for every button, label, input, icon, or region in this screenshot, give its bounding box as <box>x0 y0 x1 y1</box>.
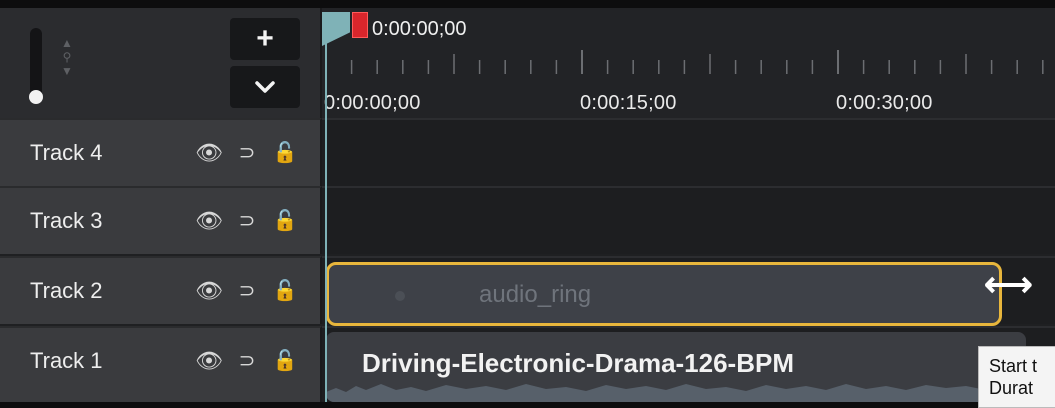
collapse-tracks-button[interactable] <box>230 66 300 108</box>
playhead-time: 0:00:00;00 <box>372 18 467 40</box>
track-header-1[interactable]: Track 1 👁 ⊃ 🔓 <box>0 326 322 402</box>
clip-icon <box>395 291 405 301</box>
clip-audio-ring[interactable]: audio_ring <box>326 262 1002 326</box>
zoom-slider[interactable] <box>29 28 43 104</box>
tooltip-line: Durat <box>989 378 1034 398</box>
track-name: Track 1 <box>30 348 103 373</box>
tooltip-line: Start t <box>989 356 1038 376</box>
lock-icon[interactable]: 🔓 <box>270 209 300 233</box>
magnet-icon[interactable]: ⊃ <box>232 209 262 233</box>
ruler-time-label: 0:00:15;00 <box>580 92 677 114</box>
ruler-time-label: 0:00:30;00 <box>836 92 933 114</box>
add-track-button[interactable]: + <box>230 18 300 60</box>
magnet-icon[interactable]: ⊃ <box>232 141 262 165</box>
track-header-2[interactable]: Track 2 👁 ⊃ 🔓 <box>0 256 322 324</box>
ruler-ticks <box>322 48 1055 76</box>
track-name: Track 4 <box>30 140 103 165</box>
timeline-header-panel: ▲ ⚲ ▼ + <box>0 8 322 118</box>
magnet-icon[interactable]: ⊃ <box>232 279 262 303</box>
playhead-line[interactable] <box>325 30 327 402</box>
zoom-icon: ▲ ⚲ ▼ <box>61 36 73 78</box>
zoom-slider-knob[interactable] <box>29 90 43 104</box>
eye-icon[interactable]: 👁 <box>194 209 224 233</box>
chevron-down-icon <box>255 81 275 93</box>
lock-icon[interactable]: 🔓 <box>270 279 300 303</box>
track-lane-3[interactable] <box>322 186 1055 254</box>
track-header-4[interactable]: Track 4 👁 ⊃ 🔓 <box>0 118 322 186</box>
track-header-3[interactable]: Track 3 👁 ⊃ 🔓 <box>0 186 322 254</box>
tooltip: Start t Durat <box>978 346 1055 408</box>
eye-icon[interactable]: 👁 <box>194 141 224 165</box>
eye-icon[interactable]: 👁 <box>194 349 224 373</box>
track-name: Track 2 <box>30 278 103 303</box>
resize-cursor-icon: ⟷ <box>984 266 1033 304</box>
eye-icon[interactable]: 👁 <box>194 279 224 303</box>
ruler-time-label: 0:00:00;00 <box>324 92 421 114</box>
lock-icon[interactable]: 🔓 <box>270 349 300 373</box>
magnet-icon[interactable]: ⊃ <box>232 349 262 373</box>
bottom-band <box>0 402 1055 408</box>
playhead-marker[interactable] <box>352 12 368 38</box>
clip-title: audio_ring <box>479 281 592 308</box>
track-name: Track 3 <box>30 208 103 233</box>
track-lane-4[interactable] <box>322 118 1055 186</box>
timeline-ruler[interactable]: 0:00:00;00 0:00:00;00 0:00:15;00 0:00:30… <box>322 8 1055 118</box>
clip-title: Driving-Electronic-Drama-126-BPM <box>362 348 794 378</box>
lock-icon[interactable]: 🔓 <box>270 141 300 165</box>
top-band <box>0 0 1055 8</box>
clip-driving-electronic[interactable]: Driving-Electronic-Drama-126-BPM <box>326 332 1026 402</box>
